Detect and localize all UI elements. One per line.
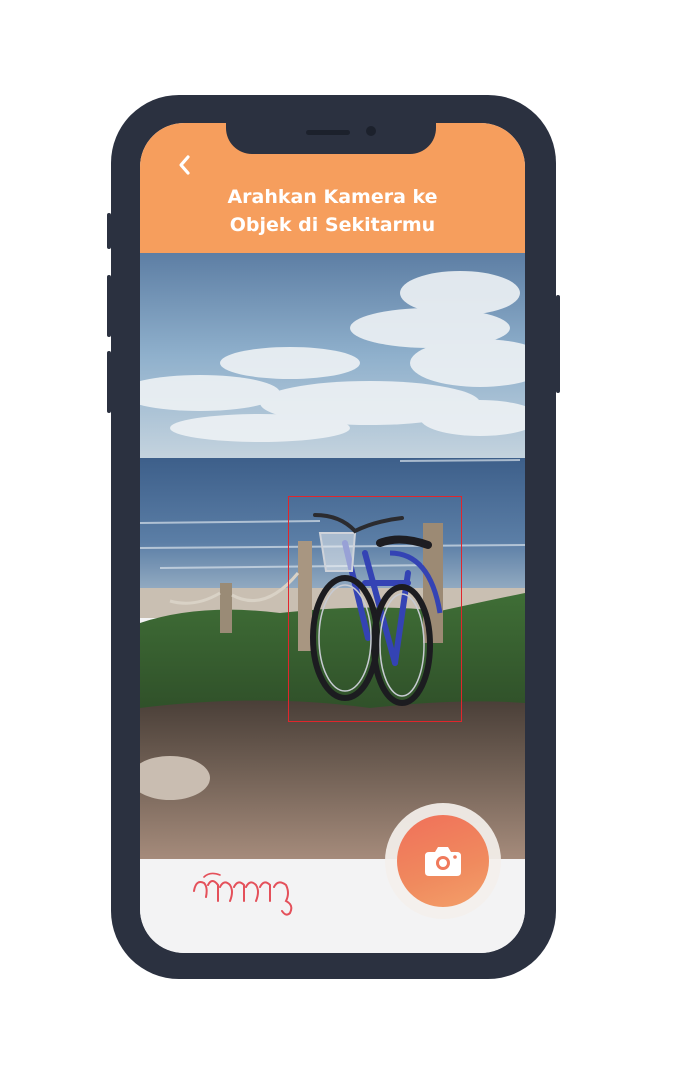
page-title: Arahkan Kamera ke Objek di Sekitarmu	[227, 186, 438, 236]
capture-button[interactable]	[397, 815, 489, 907]
volume-down-button	[107, 275, 111, 337]
script-logo-icon	[193, 872, 293, 916]
speaker-grille	[306, 130, 350, 135]
front-camera	[366, 126, 376, 136]
back-button[interactable]	[168, 148, 202, 182]
detection-box	[288, 496, 462, 722]
camera-icon	[425, 847, 461, 876]
javanese-script-logo	[190, 871, 310, 926]
volume-up-button	[107, 213, 111, 249]
shutter-ring	[385, 803, 501, 919]
mute-button	[107, 351, 111, 413]
chevron-left-icon	[179, 155, 190, 175]
phone-frame: Arahkan Kamera ke Objek di Sekitarmu	[107, 95, 560, 979]
notch	[226, 123, 436, 154]
power-button	[556, 295, 560, 393]
camera-viewfinder	[140, 253, 525, 859]
phone-screen: Arahkan Kamera ke Objek di Sekitarmu	[140, 123, 525, 953]
